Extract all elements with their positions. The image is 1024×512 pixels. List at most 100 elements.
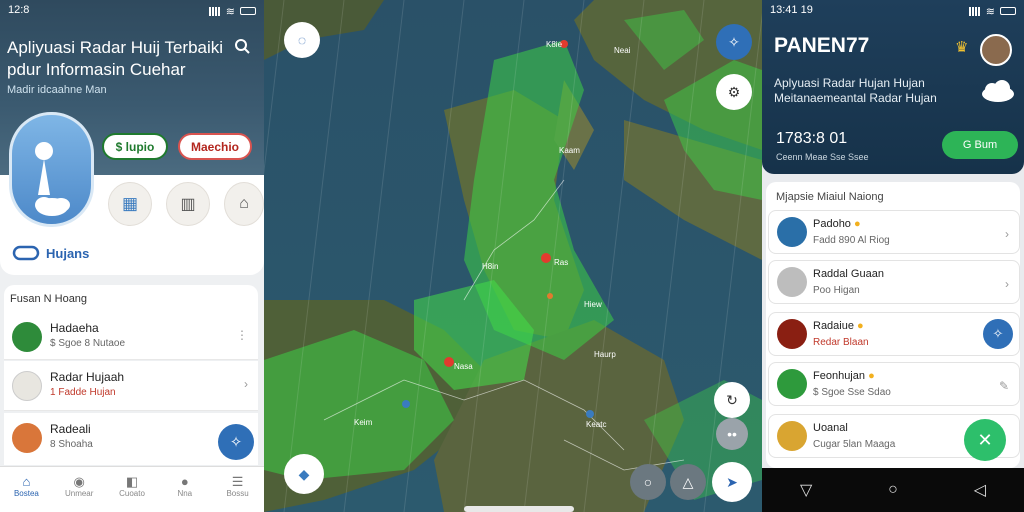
measure-button[interactable]: △ (670, 464, 706, 500)
map-label: Kaam (559, 146, 580, 155)
cta-button[interactable]: G Bum (942, 131, 1018, 159)
avatar (12, 322, 42, 352)
tagline: Aplyuasi Radar Hujan Hujan Meitanaemeant… (774, 76, 937, 105)
nav-item-home[interactable]: ⌂ Bostea (0, 467, 53, 512)
more-icon[interactable]: ⋮ (236, 328, 248, 342)
list-item-title: Radeali (50, 422, 91, 436)
system-navigation-bar: ▽ ○ ◁ (762, 468, 1024, 512)
stat-subtitle: Ceenn Meae Sse Ssee (776, 152, 869, 162)
navigate-button[interactable]: ➤ (712, 462, 752, 502)
radar-map-canvas (264, 0, 762, 512)
app-title: Apliyuasi Radar Huij Terbaiki pdur Infor… (7, 38, 224, 79)
status-bar: 12:8 ≋ (8, 4, 256, 18)
right-app-panel: 13:41 19 ≋ PANEN77 ♛ Aplyuasi Radar Huja… (762, 0, 1024, 512)
map-label: H8in (482, 262, 499, 271)
shield-icon: ◆ (298, 465, 310, 482)
search-icon[interactable] (234, 38, 250, 54)
map-label: Neai (614, 46, 631, 55)
nav-item-location[interactable]: ◉ Unmear (53, 467, 106, 512)
list-item-title: Radaiue ● (813, 320, 864, 332)
map-label: Ras (554, 258, 569, 267)
radar-launch-button[interactable] (9, 112, 94, 227)
comment-button[interactable]: ○ (630, 464, 666, 500)
red-pill-button[interactable]: Maechio (178, 133, 252, 160)
wifi-icon: ≋ (985, 5, 995, 18)
list-item[interactable]: Radar Hujaah 1 Fadde Hujan › (4, 361, 258, 411)
dots-icon: •• (727, 426, 737, 442)
list-item-subtitle: Poo Higan (813, 285, 860, 296)
refresh-icon: ↻ (726, 391, 738, 408)
wind-icon: ✧ (229, 434, 243, 451)
radar-fab-button[interactable]: ✧ (218, 424, 254, 460)
radar-fab-button[interactable]: ✧ (983, 319, 1013, 349)
list-item-subtitle: $ Sgoe 8 Nutaoe (50, 338, 126, 349)
radar-map[interactable]: K8ie Neai Kaam H8in Ras Hiew Nasa Keim K… (264, 0, 762, 512)
close-fab-button[interactable]: ✕ (964, 419, 1006, 461)
wifi-icon: ≋ (225, 5, 235, 18)
list-item[interactable]: Hadaeha $ Sgoe 8 Nutaoe ⋮ (4, 312, 258, 360)
cloud-icon (982, 80, 1014, 102)
list-item-subtitle: 1 Fadde Hujan (50, 387, 116, 398)
status-time: 12:8 (8, 4, 30, 16)
share-button[interactable]: ◆ (284, 454, 324, 494)
brand-label: Hujans (46, 246, 90, 261)
more-button[interactable]: •• (716, 418, 748, 450)
chat-button[interactable]: ◌ (284, 22, 320, 58)
recent-apps-icon[interactable]: ◁ (974, 480, 986, 500)
back-icon[interactable]: ▽ (800, 480, 812, 500)
list-item-title: Feonhujan ● (813, 370, 875, 382)
status-bar: 13:41 19 ≋ (770, 4, 1016, 18)
app-subtitle: Madir idcaahne Man (7, 84, 107, 96)
list-item[interactable]: Padoho ● Fadd 890 Al Riog › (768, 210, 1020, 254)
list-item-title: Padoho ● (813, 218, 861, 230)
green-pill-button[interactable]: $ lupio (102, 133, 168, 160)
map-label: Nasa (454, 362, 473, 371)
map-label: Keim (354, 418, 373, 427)
map-label: Haurp (594, 350, 616, 359)
battery-icon (1000, 7, 1016, 15)
brand-title: PANEN77 (774, 34, 870, 57)
avatar (777, 319, 807, 349)
ruler-icon: △ (682, 473, 694, 490)
list-item-subtitle: Cugar 5lan Maaga (813, 439, 896, 450)
map-label: Keatc (586, 420, 607, 429)
chevron-right-icon: › (1005, 277, 1009, 291)
home-shortcut-button[interactable]: ⌂ (224, 182, 264, 226)
map-icon: ▦ (121, 194, 139, 213)
nav-label: Cuoato (119, 489, 145, 498)
wind-icon: ✧ (728, 33, 740, 50)
city-shortcut-button[interactable]: ▥ (166, 182, 210, 226)
gear-icon: ⚙ (727, 83, 741, 100)
list-item[interactable]: Radaiue ● Redar Blaan ✧ (768, 312, 1020, 356)
nav-item-settings[interactable]: ☰ Bossu (211, 467, 264, 512)
layers-button[interactable]: ✧ (716, 24, 752, 60)
pencil-icon[interactable]: ✎ (999, 379, 1009, 393)
map-shortcut-button[interactable]: ▦ (108, 182, 152, 226)
avatar[interactable] (980, 34, 1012, 66)
list-item[interactable]: Feonhujan ● $ Sgoe Sse Sdao ✎ (768, 362, 1020, 406)
list-item[interactable]: Raddal Guaan Poo Higan › (768, 260, 1020, 304)
list-item-title: Radar Hujaah (50, 370, 125, 384)
map-label: K8ie (546, 40, 563, 49)
home-circle-icon[interactable]: ○ (888, 481, 898, 499)
list-item-title: Raddal Guaan (813, 268, 884, 280)
brand-logo-icon (12, 245, 40, 261)
avatar (777, 421, 807, 451)
chat-icon: ◌ (297, 32, 307, 48)
nav-item-radar[interactable]: ◧ Cuoato (106, 467, 159, 512)
cloud-icon (35, 142, 70, 216)
nav-label: Bossu (226, 489, 249, 498)
bottom-sheet-handle[interactable] (464, 506, 574, 512)
avatar (12, 371, 42, 401)
crown-icon: ♛ (955, 39, 969, 56)
nav-item-alerts[interactable]: ● Nna (158, 467, 211, 512)
list-item-title: Hadaeha (50, 321, 99, 335)
left-app-panel: 12:8 ≋ Apliyuasi Radar Huij Terbaiki pdu… (0, 0, 264, 512)
signal-icon (968, 6, 981, 16)
avatar (777, 369, 807, 399)
section-title: Fusan N Hoang (10, 293, 88, 305)
nav-label: Bostea (13, 489, 39, 498)
settings-button[interactable]: ⚙ (716, 74, 752, 110)
locate-button[interactable]: ↻ (714, 382, 750, 418)
map-label: Hiew (584, 300, 602, 309)
